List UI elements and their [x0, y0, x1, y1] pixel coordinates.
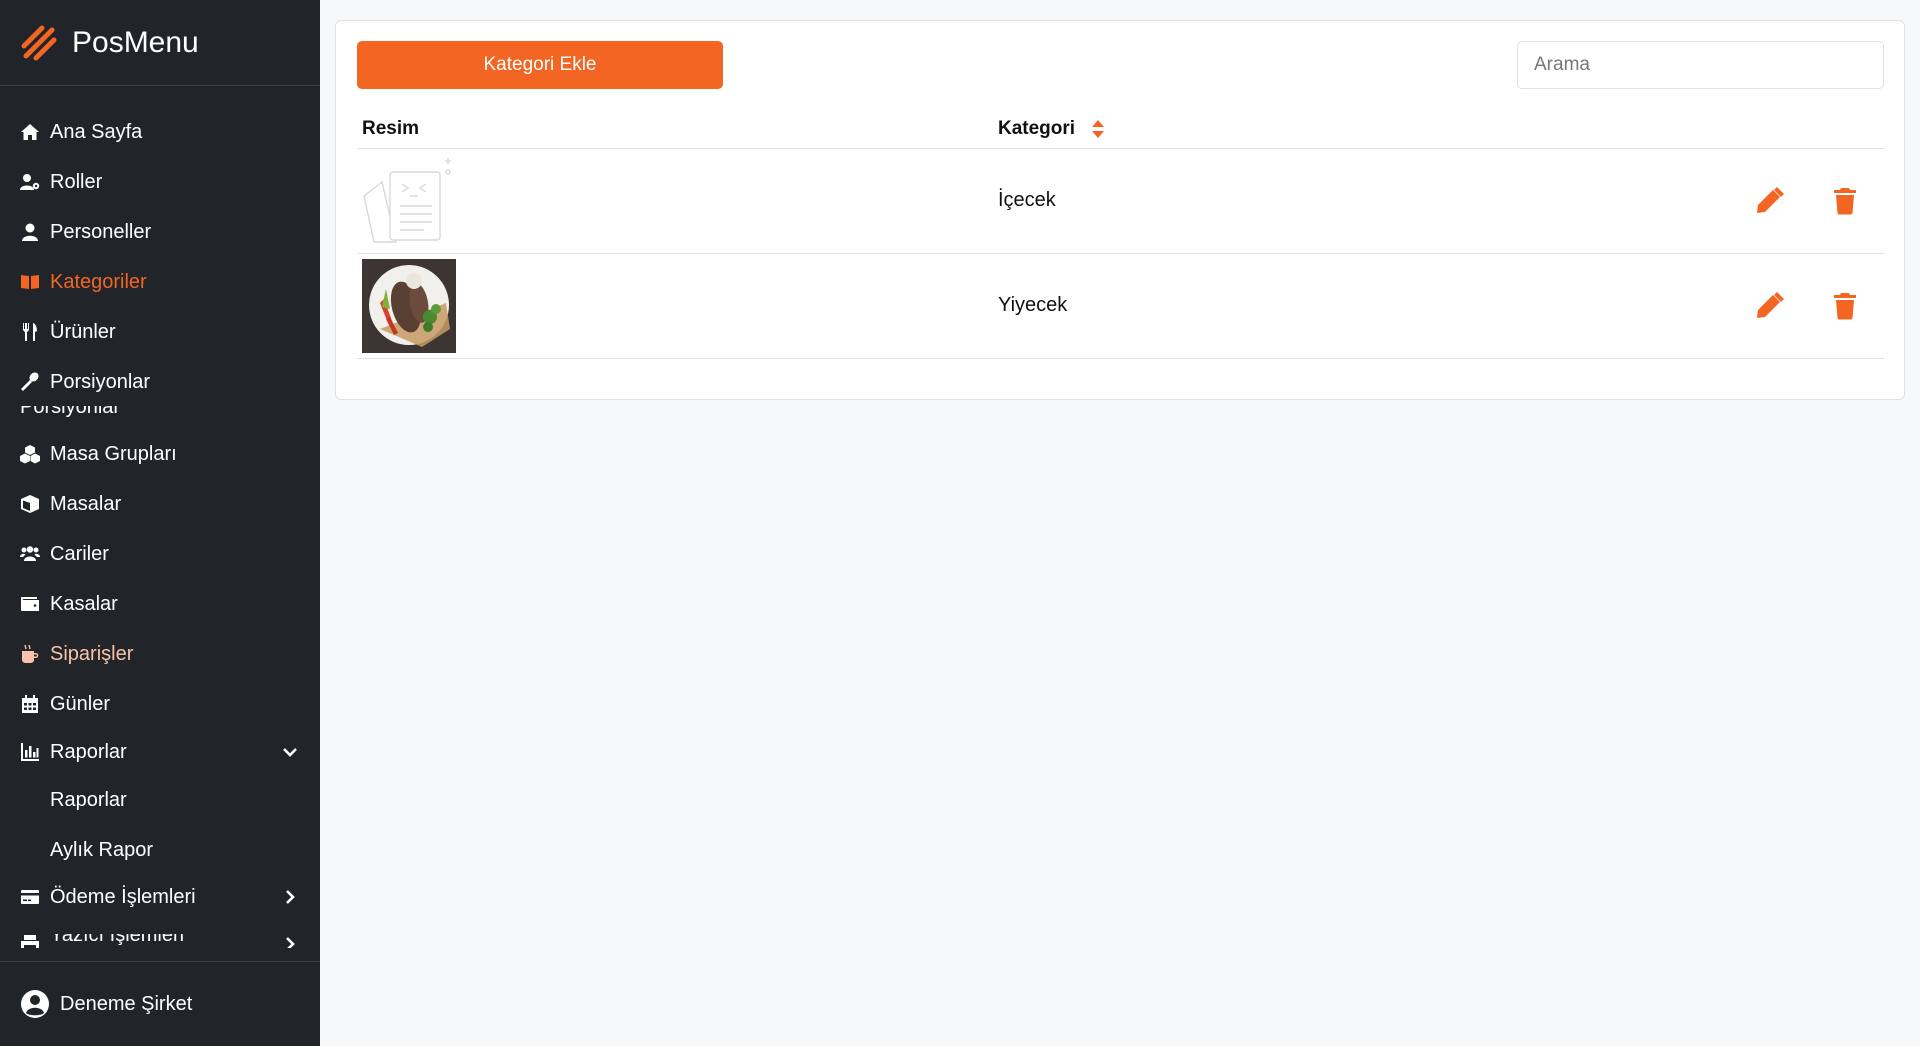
placeholder-image	[363, 158, 451, 243]
sidebar-item-label: Masa Grupları	[50, 442, 177, 465]
brand[interactable]: PosMenu	[0, 0, 320, 86]
wallet-icon	[20, 594, 40, 614]
utensils-icon	[20, 322, 40, 342]
sidebar-nav: Ana Sayfa Roller Personeller Kategoriler…	[0, 86, 320, 961]
sidebar-item-label: Ürünler	[50, 320, 116, 343]
app-name: PosMenu	[72, 25, 199, 59]
categories-card: Kategori Ekle Resim Kategori	[335, 20, 1905, 400]
sidebar-item-label: Roller	[50, 170, 103, 193]
chevron-right-icon	[286, 937, 295, 948]
sidebar-item-label: Aylık Rapor	[50, 838, 154, 861]
user-name: Deneme Şirket	[60, 992, 193, 1015]
chevron-down-icon[interactable]	[280, 742, 300, 762]
sidebar-item-label: Siparişler	[50, 642, 134, 665]
cubes-icon	[20, 444, 40, 464]
column-header-category[interactable]: Kategori	[998, 118, 1106, 140]
food-plate-image	[362, 259, 456, 353]
sidebar-item-porsiyonlar[interactable]: Porsiyonlar	[0, 362, 320, 402]
mug-icon	[20, 644, 40, 664]
sidebar-item-label: Ödeme İşlemleri	[50, 885, 196, 908]
cube-icon	[20, 494, 40, 514]
sidebar-item-label: Porsiyonlar	[50, 370, 151, 393]
sidebar-item-siparisler[interactable]: Siparişler	[0, 634, 320, 674]
users-icon	[20, 544, 40, 564]
posmenu-logo-icon	[21, 25, 57, 60]
edit-button[interactable]	[1754, 186, 1784, 216]
sidebar-item-label: Personeller	[50, 220, 152, 243]
column-header-image: Resim	[362, 118, 420, 139]
sidebar: PosMenu Ana Sayfa Roller Personeller Kat…	[0, 0, 320, 1046]
printer-icon	[21, 935, 39, 948]
sidebar-subitem-aylik-rapor[interactable]: Aylık Rapor	[0, 830, 320, 870]
edit-button[interactable]	[1754, 291, 1784, 321]
search-input[interactable]	[1517, 41, 1884, 89]
sidebar-item-label: Ana Sayfa	[50, 120, 143, 143]
sidebar-item-label: Raporlar	[50, 788, 127, 811]
pencil-icon	[1757, 292, 1784, 318]
user-icon	[20, 222, 40, 242]
spoon-icon	[20, 372, 40, 392]
user-menu[interactable]: Deneme Şirket	[0, 961, 320, 1046]
sidebar-item-personeller[interactable]: Personeller	[0, 212, 320, 252]
sidebar-item-urunler[interactable]: Ürünler	[0, 312, 320, 352]
sidebar-item-cariler[interactable]: Cariler	[0, 534, 320, 574]
sidebar-item-kategoriler[interactable]: Kategoriler	[0, 262, 320, 302]
sidebar-item-label: Günler	[50, 692, 111, 715]
sidebar-subitem-raporlar[interactable]: Raporlar	[0, 780, 320, 820]
credit-card-icon	[20, 887, 40, 907]
delete-button[interactable]	[1830, 291, 1860, 321]
book-open-icon	[20, 272, 40, 292]
sidebar-item-label: Masalar	[50, 492, 122, 515]
sidebar-item-kasalar[interactable]: Kasalar	[0, 584, 320, 624]
calendar-icon	[20, 694, 40, 714]
trash-icon	[1834, 293, 1856, 320]
user-gear-icon	[20, 172, 40, 192]
user-circle-icon	[21, 990, 49, 1018]
trash-icon	[1834, 188, 1856, 215]
sidebar-item-ana-sayfa[interactable]: Ana Sayfa	[0, 112, 320, 152]
chart-icon	[20, 742, 40, 762]
table-row: Yiyecek	[357, 254, 1884, 359]
home-icon	[20, 122, 40, 142]
table-header: Resim Kategori	[357, 109, 1884, 149]
sidebar-item-masalar[interactable]: Masalar	[0, 484, 320, 524]
sidebar-item-label: Raporlar	[50, 740, 127, 763]
sort-icon[interactable]	[1090, 118, 1106, 140]
chevron-right-icon[interactable]	[280, 887, 300, 907]
sidebar-item-label: Kasalar	[50, 592, 118, 615]
sidebar-item-odeme-islemleri[interactable]: Ödeme İşlemleri	[0, 877, 320, 917]
sidebar-item-label: Kategoriler	[50, 270, 147, 293]
sidebar-item-yazici-islemleri[interactable]: Yazıcı İşlemleri	[20, 934, 300, 948]
sidebar-ghost-item: Porsiyonlar	[20, 406, 121, 418]
category-name: Yiyecek	[998, 294, 1068, 316]
sidebar-item-label: Cariler	[50, 542, 109, 565]
pencil-icon	[1757, 187, 1784, 213]
avatar	[20, 989, 50, 1019]
sidebar-item-roller[interactable]: Roller	[0, 162, 320, 202]
category-name: İçecek	[998, 189, 1056, 211]
sidebar-item-raporlar[interactable]: Raporlar	[0, 732, 320, 772]
add-category-button[interactable]: Kategori Ekle	[357, 41, 723, 89]
delete-button[interactable]	[1830, 186, 1860, 216]
sidebar-item-gunler[interactable]: Günler	[0, 684, 320, 724]
column-header-label: Kategori	[998, 118, 1076, 140]
categories-table: Resim Kategori İçecek Yiyecek	[357, 109, 1884, 359]
sidebar-item-masa-gruplari[interactable]: Masa Grupları	[0, 434, 320, 474]
table-row: İçecek	[357, 149, 1884, 254]
